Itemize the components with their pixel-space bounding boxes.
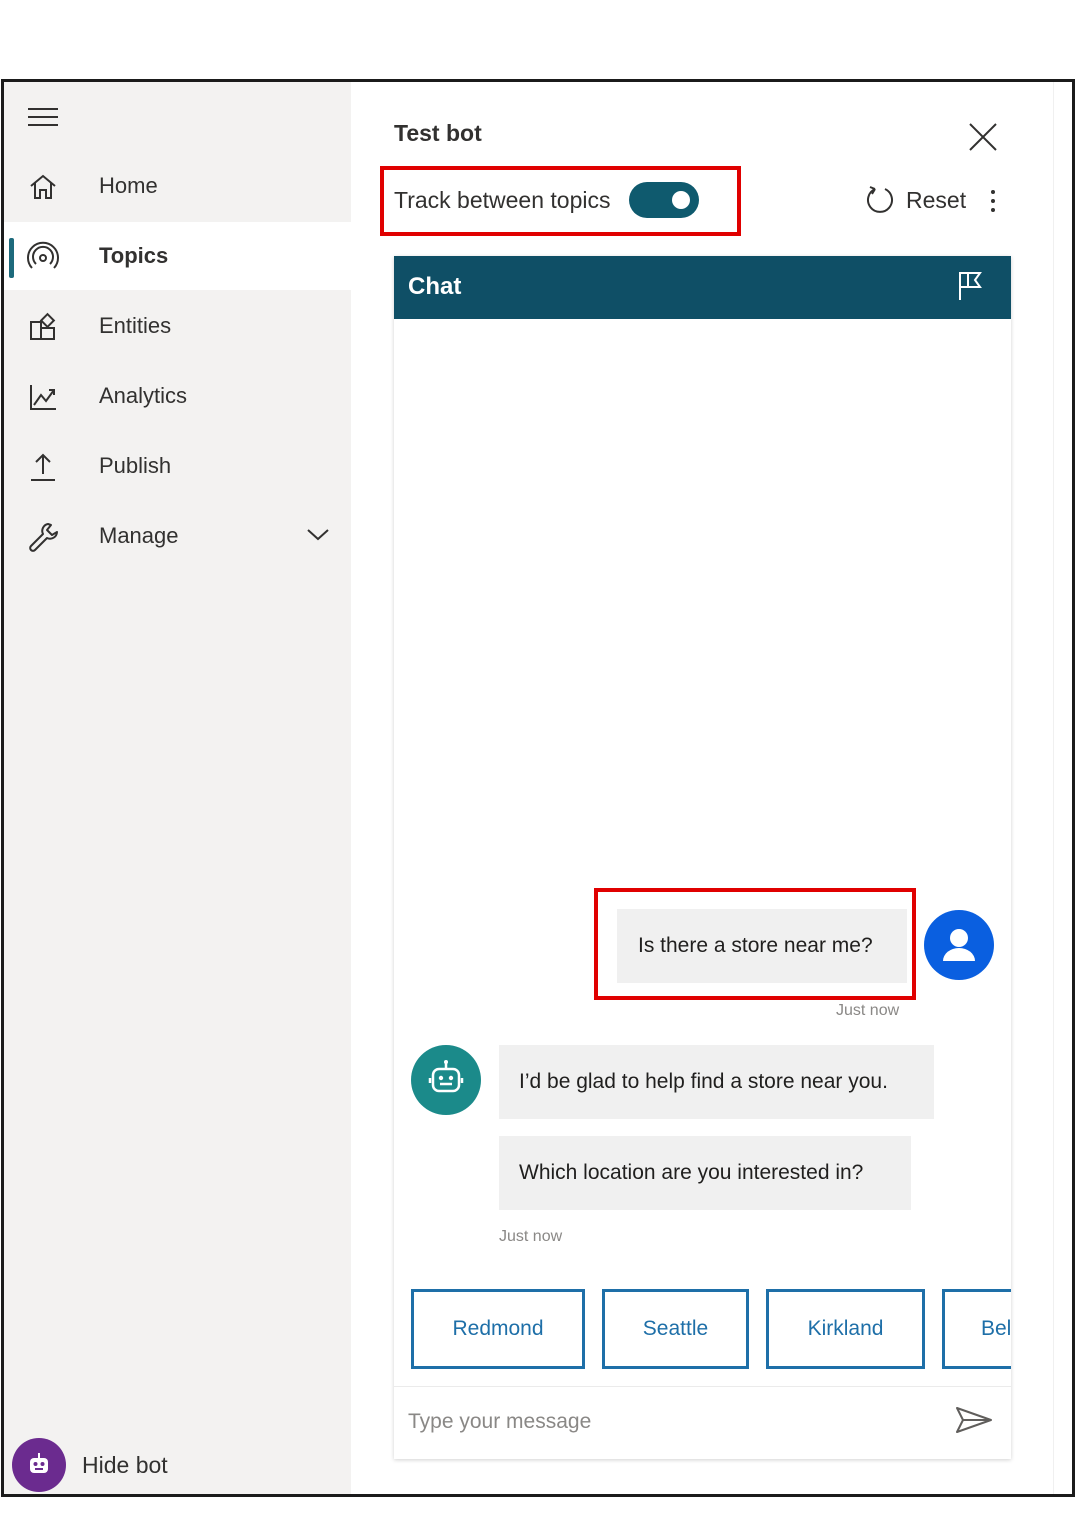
sidebar-item-label: Publish [99,453,172,478]
bot-message-bubble: I’d be glad to help find a store near yo… [499,1045,934,1119]
bot-message-timestamp: Just now [499,1228,563,1245]
sidebar-item-label: Topics [99,243,169,268]
suggested-action-bel[interactable]: Bel [942,1289,1011,1369]
sidebar-item-label: Home [99,173,158,198]
track-between-topics-label: Track between topics [394,187,611,213]
suggested-action-seattle[interactable]: Seattle [602,1289,749,1369]
flag-icon[interactable] [956,270,984,302]
track-between-topics-toggle[interactable] [629,182,699,218]
bot-message-bubble: Which location are you interested in? [499,1136,911,1210]
sidebar-item-home[interactable]: Home [4,152,351,220]
suggested-action-label: Bel [981,1317,1011,1340]
reset-button[interactable]: Reset [864,180,966,220]
sidebar-item-label: Entities [99,313,172,338]
refresh-icon [867,186,893,213]
right-edge [1053,82,1072,1494]
send-icon[interactable] [954,1404,994,1436]
close-icon[interactable] [966,120,1000,154]
suggested-action-redmond[interactable]: Redmond [411,1289,585,1369]
sidebar-item-label: Analytics [99,383,188,408]
bot-avatar-icon [411,1045,481,1115]
suggested-action-kirkland[interactable]: Kirkland [766,1289,925,1369]
sidebar: Home Topics Entities Analytics Publish M… [4,82,351,1494]
hide-bot-label: Hide bot [82,1451,168,1478]
publish-icon [31,453,55,481]
panel-title: Test bot [394,120,482,146]
app-window: Home Topics Entities Analytics Publish M… [1,79,1075,1497]
sidebar-item-publish[interactable]: Publish [4,432,351,500]
message-input-row [394,1386,1011,1459]
bot-avatar-icon [12,1438,66,1492]
hamburger-menu-icon[interactable] [28,106,58,128]
chat-window: Chat Is there a store near me? Just now [394,256,1011,1459]
test-bot-panel: Test bot Track between topics Reset Chat [351,82,1053,1494]
wrench-icon [29,523,58,552]
user-message-timestamp: Just now [836,1002,900,1019]
sidebar-item-label: Manage [99,523,179,548]
suggested-action-label: Seattle [642,1317,709,1340]
reset-label: Reset [906,186,967,213]
user-message-text: Is there a store near me? [638,934,873,957]
suggested-action-label: Kirkland [807,1317,884,1340]
user-avatar-icon [924,910,994,980]
message-input[interactable] [408,1401,928,1443]
hide-bot-button[interactable]: Hide bot [12,1437,342,1493]
sidebar-item-analytics[interactable]: Analytics [4,362,351,430]
topics-icon [27,241,59,269]
analytics-icon [30,385,56,410]
chat-header: Chat [394,256,1011,319]
sidebar-item-topics[interactable]: Topics [4,222,351,290]
toggle-knob [672,191,690,209]
bot-message-text: I’d be glad to help find a store near yo… [519,1070,888,1093]
sidebar-item-manage[interactable]: Manage [4,502,351,570]
home-icon [30,174,56,199]
entities-icon [30,312,56,340]
more-options-icon[interactable] [985,184,1001,218]
user-message-bubble: Is there a store near me? [617,909,907,983]
suggested-action-label: Redmond [452,1317,544,1340]
chat-title: Chat [408,273,462,300]
selection-indicator [9,238,14,278]
bot-message-text: Which location are you interested in? [519,1161,864,1184]
chevron-down-icon[interactable] [304,524,332,544]
sidebar-item-entities[interactable]: Entities [4,292,351,360]
